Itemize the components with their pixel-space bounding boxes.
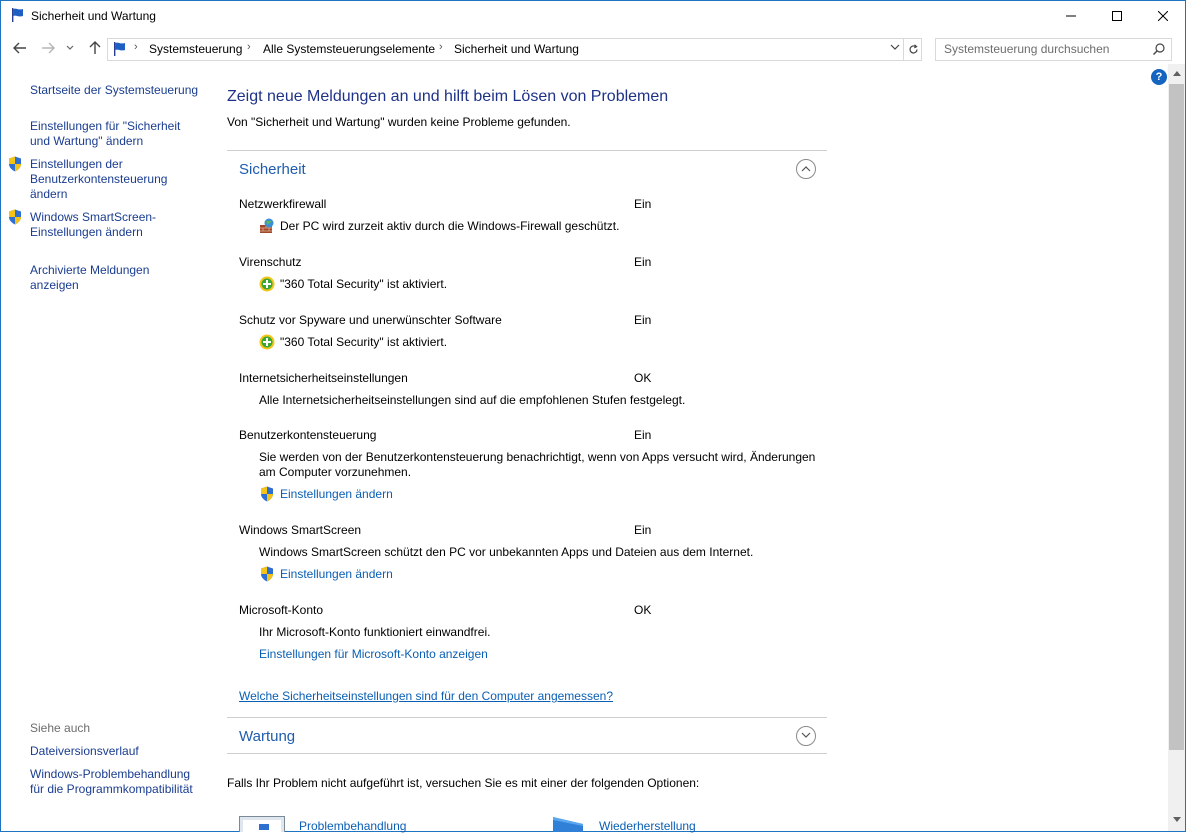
uac-shield-icon	[261, 486, 273, 502]
section-divider	[227, 717, 827, 718]
search-box[interactable]	[935, 38, 1172, 61]
item-antivirus-status: Ein	[634, 255, 652, 269]
security-settings-question-link[interactable]: Welche Sicherheitseinstellungen sind für…	[239, 689, 613, 703]
see-also-compatibility-troubleshooter[interactable]: Windows-Problembehandlung für die Progra…	[30, 767, 198, 797]
troubleshooting-icon	[239, 816, 285, 832]
arrow-left-icon	[13, 42, 26, 54]
item-antivirus-label: Virenschutz	[239, 255, 302, 269]
address-dropdown-button[interactable]	[887, 41, 903, 57]
troubleshooting-link[interactable]: Problembehandlung	[299, 819, 406, 833]
maximize-icon	[1112, 11, 1122, 21]
item-smartscreen-status: Ein	[634, 523, 652, 537]
breadcrumb-separator: ›	[247, 41, 251, 53]
page-title: Zeigt neue Meldungen an und hilft beim L…	[227, 88, 669, 105]
sidebar-item-home[interactable]: Startseite der Systemsteuerung	[30, 83, 200, 98]
item-microsoft-account-label: Microsoft-Konto	[239, 603, 324, 617]
breadcrumb-separator: ›	[134, 41, 138, 53]
sidebar-item-uac-settings[interactable]: Einstellungen der Benutzerkontensteuerun…	[30, 157, 200, 202]
sidebar-item-security-settings[interactable]: Einstellungen für "Sicherheit und Wartun…	[30, 119, 200, 149]
item-spyware-status: Ein	[634, 313, 652, 327]
see-also-heading: Siehe auch	[30, 721, 91, 735]
section-divider	[227, 753, 827, 754]
chevron-down-icon	[801, 732, 811, 738]
item-internet-security-desc: Alle Internetsicherheitseinstellungen si…	[259, 393, 686, 407]
main-content: Zeigt neue Meldungen an und hilft beim L…	[227, 64, 1167, 833]
uac-shield-icon	[9, 156, 21, 172]
sidebar-item-smartscreen-settings[interactable]: Windows SmartScreen-Einstellungen ändern	[30, 210, 180, 240]
item-microsoft-account-status: OK	[634, 603, 652, 617]
scroll-up-button[interactable]	[1168, 66, 1185, 82]
up-button[interactable]	[85, 38, 105, 58]
address-bar[interactable]: › Systemsteuerung › Alle Systemsteuerung…	[107, 38, 922, 61]
recovery-icon	[553, 817, 583, 832]
flag-icon	[114, 42, 125, 56]
recovery-link[interactable]: Wiederherstellung	[599, 819, 696, 833]
item-antivirus-desc: "360 Total Security" ist aktiviert.	[280, 277, 448, 291]
uac-change-settings-link[interactable]: Einstellungen ändern	[280, 487, 840, 502]
breadcrumb-separator: ›	[439, 41, 443, 53]
chevron-down-icon	[890, 44, 900, 50]
smartscreen-change-settings-link[interactable]: Einstellungen ändern	[280, 567, 840, 582]
refresh-button[interactable]	[903, 39, 922, 60]
flag-icon	[12, 8, 23, 22]
section-security-title[interactable]: Sicherheit	[239, 161, 306, 178]
title-bar[interactable]: Sicherheit und Wartung	[1, 1, 1185, 31]
minimize-icon	[1066, 15, 1076, 17]
page-subtitle: Von "Sicherheit und Wartung" wurden kein…	[227, 115, 571, 129]
search-icon[interactable]	[1152, 42, 1166, 56]
navigation-bar: › Systemsteuerung › Alle Systemsteuerung…	[0, 34, 1186, 64]
expand-maintenance-button[interactable]	[796, 726, 816, 746]
refresh-icon	[908, 44, 918, 54]
arrow-right-icon	[42, 42, 55, 54]
section-divider	[227, 150, 827, 151]
back-button[interactable]	[10, 38, 30, 58]
uac-shield-icon	[9, 209, 21, 225]
left-pane: Startseite der Systemsteuerung Einstellu…	[0, 64, 210, 832]
scroll-up-arrow-icon	[1172, 71, 1181, 76]
chevron-up-icon	[801, 166, 811, 172]
microsoft-account-settings-link[interactable]: Einstellungen für Microsoft-Konto anzeig…	[259, 647, 819, 662]
360-security-icon	[259, 276, 275, 292]
item-internet-security-status: OK	[634, 371, 652, 385]
item-firewall-status: Ein	[634, 197, 652, 211]
chevron-down-icon	[66, 45, 74, 50]
close-icon	[1158, 11, 1168, 21]
section-maintenance-title[interactable]: Wartung	[239, 728, 295, 745]
search-input[interactable]	[936, 39, 1154, 58]
item-smartscreen-label: Windows SmartScreen	[239, 523, 362, 537]
arrow-up-icon	[89, 41, 101, 54]
item-uac-status: Ein	[634, 428, 652, 442]
item-spyware-desc: "360 Total Security" ist aktiviert.	[280, 335, 448, 349]
sidebar-item-archived-messages[interactable]: Archivierte Meldungen anzeigen	[30, 263, 170, 293]
item-firewall-label: Netzwerkfirewall	[239, 197, 327, 211]
item-firewall-desc: Der PC wird zurzeit aktiv durch die Wind…	[280, 219, 620, 233]
forward-button[interactable]	[38, 38, 58, 58]
options-intro-text: Falls Ihr Problem nicht aufgeführt ist, …	[227, 776, 700, 790]
scroll-down-arrow-icon	[1172, 817, 1181, 822]
item-internet-security-label: Internetsicherheitseinstellungen	[239, 371, 408, 385]
item-uac-label: Benutzerkontensteuerung	[239, 428, 377, 442]
close-button[interactable]	[1140, 1, 1186, 31]
scrollbar-thumb[interactable]	[1169, 84, 1184, 750]
vertical-scrollbar[interactable]	[1168, 64, 1185, 831]
breadcrumb-all-items[interactable]: Alle Systemsteuerungselemente	[263, 42, 435, 56]
360-security-icon	[259, 334, 275, 350]
breadcrumb-current[interactable]: Sicherheit und Wartung	[454, 42, 579, 56]
recent-locations-button[interactable]	[63, 38, 77, 58]
item-smartscreen-desc: Windows SmartScreen schützt den PC vor u…	[259, 545, 754, 559]
see-also-file-history[interactable]: Dateiversionsverlauf	[30, 744, 200, 759]
breadcrumb-systemsteuerung[interactable]: Systemsteuerung	[149, 42, 242, 56]
scroll-down-button[interactable]	[1168, 812, 1185, 828]
item-spyware-label: Schutz vor Spyware und unerwünschter Sof…	[239, 313, 502, 327]
collapse-security-button[interactable]	[796, 159, 816, 179]
item-microsoft-account-desc: Ihr Microsoft-Konto funktioniert einwand…	[259, 625, 491, 639]
item-uac-desc: Sie werden von der Benutzerkontensteueru…	[259, 450, 816, 479]
uac-shield-icon	[261, 566, 273, 582]
minimize-button[interactable]	[1048, 1, 1094, 31]
firewall-icon	[260, 218, 274, 233]
window-title: Sicherheit und Wartung	[31, 9, 156, 23]
maximize-button[interactable]	[1094, 1, 1140, 31]
